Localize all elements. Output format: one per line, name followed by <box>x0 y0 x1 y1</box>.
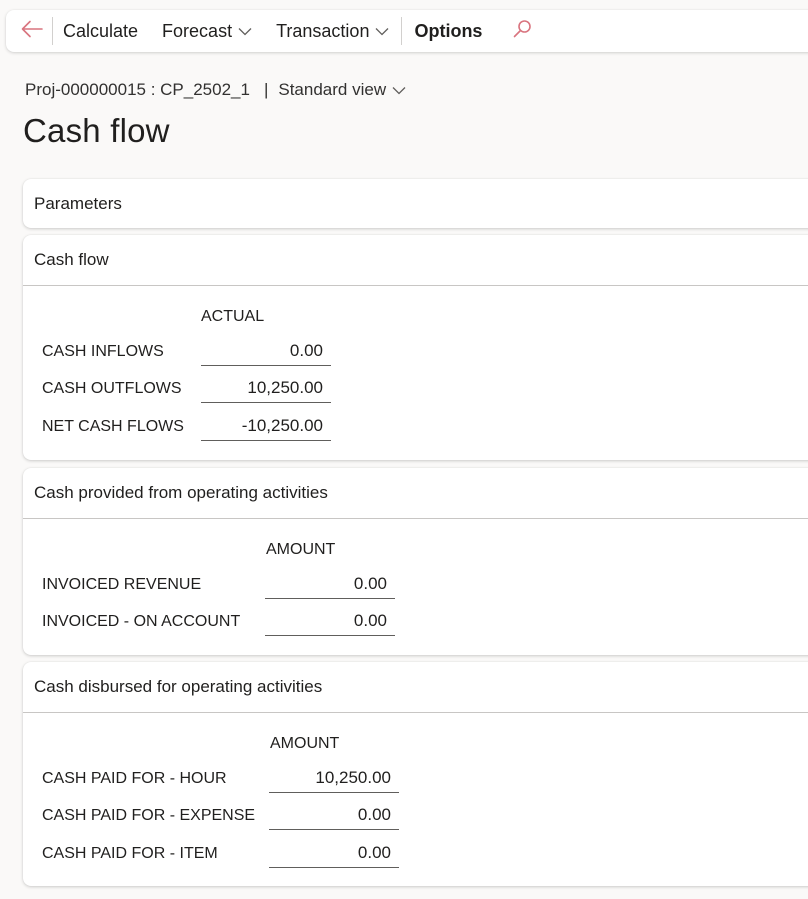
breadcrumb: Proj-000000015 : CP_2502_1 | Standard vi… <box>25 80 406 100</box>
transaction-menu-button[interactable]: Transaction <box>264 10 401 52</box>
invoiced-on-account-value: 0.00 <box>265 608 395 636</box>
row-label: CASH PAID FOR - HOUR <box>42 770 227 787</box>
cash-provided-section: Cash provided from operating activities … <box>23 468 808 655</box>
view-selector[interactable]: Standard view <box>278 80 406 100</box>
action-toolbar: Calculate Forecast Transaction Options <box>6 10 808 52</box>
cash-flow-section-header[interactable]: Cash flow <box>23 235 808 286</box>
section-title: Parameters <box>34 193 122 213</box>
section-title: Cash disbursed for operating activities <box>34 677 323 696</box>
row-label: INVOICED - ON ACCOUNT <box>42 613 241 630</box>
cash-flow-section: Cash flow ACTUAL CASH INFLOWS 0.00 CASH … <box>23 235 808 460</box>
cash-disbursed-section-header[interactable]: Cash disbursed for operating activities <box>23 662 808 713</box>
chevron-down-icon <box>238 27 252 36</box>
section-title: Cash provided from operating activities <box>34 483 328 502</box>
row-label: CASH OUTFLOWS <box>42 380 182 397</box>
column-header-amount: AMOUNT <box>266 541 336 558</box>
calculate-label: Calculate <box>63 20 139 41</box>
invoiced-revenue-value: 0.00 <box>265 571 395 599</box>
parameters-section-header[interactable]: Parameters <box>23 179 808 228</box>
cash-outflows-value: 10,250.00 <box>201 375 331 403</box>
chevron-down-icon <box>375 27 389 36</box>
row-label: INVOICED REVENUE <box>42 576 202 593</box>
arrow-left-icon <box>21 20 43 43</box>
parameters-section: Parameters <box>23 179 808 228</box>
cash-paid-item-value: 0.00 <box>269 840 399 868</box>
forecast-label: Forecast <box>162 20 233 41</box>
calculate-button[interactable]: Calculate <box>53 10 150 52</box>
cash-inflows-value: 0.00 <box>201 338 331 366</box>
page-title: Cash flow <box>23 112 170 149</box>
cash-paid-hour-value: 10,250.00 <box>269 765 399 793</box>
row-label: CASH INFLOWS <box>42 343 164 360</box>
column-header-actual: ACTUAL <box>201 308 265 325</box>
transaction-label: Transaction <box>276 20 370 41</box>
options-button[interactable]: Options <box>402 10 494 52</box>
search-button[interactable] <box>512 19 532 44</box>
section-title: Cash flow <box>34 250 109 269</box>
options-label: Options <box>414 20 483 41</box>
cash-disbursed-section: Cash disbursed for operating activities … <box>23 662 808 886</box>
view-selector-label: Standard view <box>278 80 387 99</box>
search-icon <box>512 19 532 44</box>
forecast-menu-button[interactable]: Forecast <box>150 10 264 52</box>
column-header-amount: AMOUNT <box>270 735 340 752</box>
record-identifier: Proj-000000015 : CP_2502_1 <box>25 80 250 99</box>
cash-provided-section-header[interactable]: Cash provided from operating activities <box>23 468 808 519</box>
cash-paid-expense-value: 0.00 <box>269 802 399 830</box>
chevron-down-icon <box>392 86 406 95</box>
row-label: CASH PAID FOR - ITEM <box>42 845 218 862</box>
row-label: CASH PAID FOR - EXPENSE <box>42 807 256 824</box>
breadcrumb-separator: | <box>263 80 269 99</box>
net-cash-flows-value: -10,250.00 <box>201 413 331 441</box>
row-label: NET CASH FLOWS <box>42 418 184 435</box>
back-button[interactable] <box>12 10 52 52</box>
